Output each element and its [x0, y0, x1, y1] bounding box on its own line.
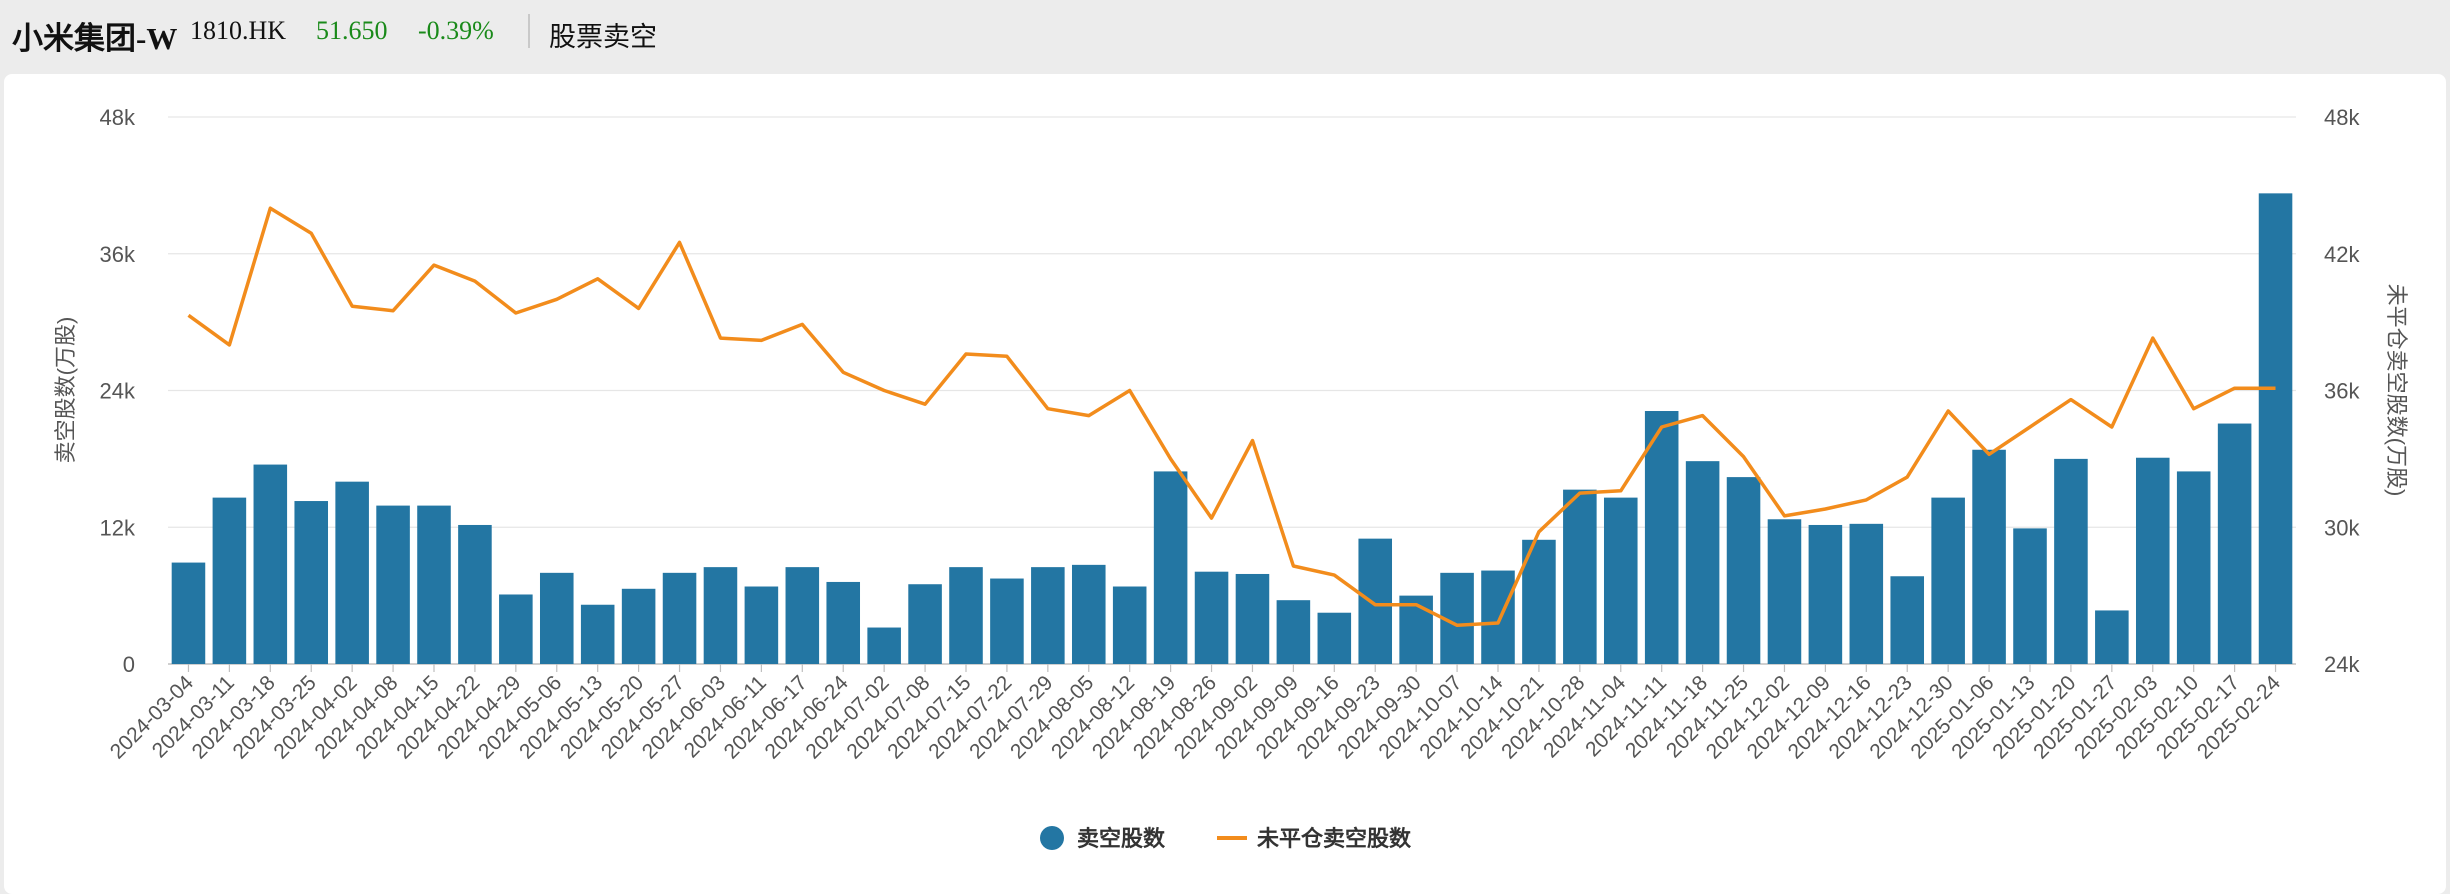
y-left-tick-label: 12k — [100, 515, 136, 540]
bar-short-sold — [744, 586, 779, 664]
bar-short-sold — [2258, 193, 2293, 664]
y-left-tick-label: 48k — [100, 105, 136, 130]
bar-short-sold — [1112, 586, 1147, 664]
bar-short-sold — [1481, 570, 1515, 664]
bar-short-sold — [1767, 519, 1802, 664]
y-left-axis-title: 卖空股数(万股) — [53, 317, 78, 464]
bar-short-sold — [458, 524, 492, 664]
bar-short-sold — [499, 594, 533, 664]
bar-short-sold — [2013, 528, 2047, 664]
header-divider — [528, 14, 530, 48]
bar-short-sold — [1563, 489, 1597, 664]
y-right-tick-label: 42k — [2324, 242, 2360, 267]
legend-bar-marker — [1040, 826, 1064, 850]
legend-line-label: 未平仓卖空股数 — [1257, 826, 1412, 851]
y-right-tick-label: 48k — [2324, 105, 2360, 130]
bar-short-sold — [1153, 471, 1188, 664]
y-left-tick-label: 24k — [100, 379, 136, 404]
bar-short-sold — [1972, 449, 2006, 664]
bar-short-sold — [539, 572, 574, 664]
bar-short-sold — [990, 578, 1024, 664]
bar-short-sold — [662, 572, 697, 664]
bar-short-sold — [826, 581, 861, 664]
y-right-tick-label: 30k — [2324, 515, 2360, 540]
stock-name: 小米集团-W — [12, 21, 178, 56]
short-selling-chart: 0 12k 24k 36k 48k 24k 30k 36k 42k 48k 卖空股数(万股) 未平仓卖… — [53, 105, 2409, 851]
chart-panel: 0 12k 24k 36k 48k 24k 30k 36k 42k 48k 卖空股数(万股) 未平仓卖… — [4, 74, 2446, 894]
bar-short-sold — [1276, 600, 1311, 664]
bar-short-sold — [867, 627, 901, 664]
bar-short-sold — [1644, 411, 1679, 664]
bar-short-sold — [1358, 538, 1393, 664]
bar-short-sold — [908, 584, 942, 664]
bar-short-sold — [335, 481, 369, 664]
bar-short-sold — [621, 588, 656, 664]
bar-short-sold — [2176, 471, 2211, 664]
bar-short-sold — [1726, 477, 1761, 664]
bar-short-sold — [417, 505, 451, 664]
y-left-tick-label: 0 — [123, 652, 135, 677]
stock-header: 小米集团-W 1810.HK 51.650 -0.39% 股票卖空 — [0, 0, 2450, 72]
bar-short-sold — [1890, 576, 1925, 664]
bar-short-sold — [1317, 612, 1352, 664]
bar-short-sold — [2135, 457, 2170, 664]
stock-price: 51.650 — [316, 16, 388, 45]
bar-short-sold — [1071, 564, 1106, 664]
stock-change: -0.39% — [418, 16, 494, 45]
bar-short-sold — [1685, 461, 1720, 664]
y-right-tick-label: 24k — [2324, 652, 2360, 677]
y-right-axis-title: 未平仓卖空股数(万股) — [2384, 284, 2409, 497]
bar-short-sold — [1931, 497, 1965, 664]
bar-short-sold — [2095, 610, 2129, 664]
bar-short-sold — [294, 501, 329, 664]
bar-short-sold — [1194, 571, 1229, 664]
bar-short-sold — [1235, 573, 1270, 664]
bar-short-sold — [2054, 458, 2088, 664]
y-left-tick-label: 36k — [100, 242, 136, 267]
legend-bar-label: 卖空股数 — [1077, 826, 1166, 851]
bar-short-sold — [949, 567, 983, 664]
bar-short-sold — [703, 567, 738, 664]
bar-short-sold — [376, 505, 410, 664]
stock-code: 1810.HK — [190, 16, 287, 45]
y-right-tick-label: 36k — [2324, 379, 2360, 404]
bar-short-sold — [212, 497, 247, 664]
bar-short-sold — [1849, 523, 1884, 664]
bar-short-sold — [1603, 497, 1638, 664]
bar-short-sold — [785, 567, 820, 664]
bar-short-sold — [1808, 524, 1843, 664]
bar-short-sold — [1031, 567, 1065, 664]
bar-short-sold — [171, 562, 206, 664]
bar-short-sold — [2217, 423, 2252, 664]
section-title: 股票卖空 — [549, 22, 657, 52]
bar-short-sold — [580, 604, 615, 664]
bar-short-sold — [253, 464, 288, 664]
